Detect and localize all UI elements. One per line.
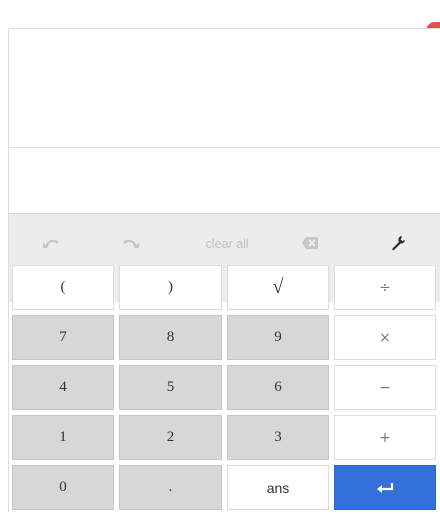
key-close-paren[interactable]: ) [119,265,222,310]
key-6[interactable]: 6 [227,365,329,410]
key-8[interactable]: 8 [119,315,222,360]
keypad-row: 4 5 6 − [12,365,440,410]
key-2[interactable]: 2 [119,415,222,460]
history-display [9,29,440,148]
clear-all-button[interactable]: clear all [187,228,267,258]
key-7[interactable]: 7 [12,315,114,360]
key-minus[interactable]: − [334,365,436,410]
redo-icon[interactable] [115,228,145,258]
keypad: ( ) √ ÷ 7 8 9 × 4 5 6 − 1 2 3 + 0 . ans [12,265,440,515]
key-divide[interactable]: ÷ [334,265,436,310]
enter-button[interactable] [334,465,436,510]
key-9[interactable]: 9 [227,315,329,360]
key-4[interactable]: 4 [12,365,114,410]
key-sqrt-label: √ [272,276,284,298]
key-open-paren[interactable]: ( [12,265,114,310]
key-1[interactable]: 1 [12,415,114,460]
key-plus[interactable]: + [334,415,436,460]
key-5[interactable]: 5 [119,365,222,410]
keypad-row: 7 8 9 × [12,315,440,360]
calculator: clear all ( ) √ ÷ 7 8 9 × 4 5 6 − 1 2 3 … [8,28,440,512]
key-multiply[interactable]: × [334,315,436,360]
key-ans[interactable]: ans [227,465,329,510]
wrench-icon[interactable] [383,228,413,258]
key-0[interactable]: 0 [12,465,114,510]
key-sqrt[interactable]: √ [227,265,329,310]
keypad-row: 0 . ans [12,465,440,510]
keypad-row: ( ) √ ÷ [12,265,440,310]
expression-input[interactable] [9,148,440,213]
undo-icon[interactable] [37,228,67,258]
backspace-icon[interactable] [295,228,325,258]
enter-icon [377,482,394,493]
keypad-row: 1 2 3 + [12,415,440,460]
key-decimal[interactable]: . [119,465,222,510]
key-3[interactable]: 3 [227,415,329,460]
